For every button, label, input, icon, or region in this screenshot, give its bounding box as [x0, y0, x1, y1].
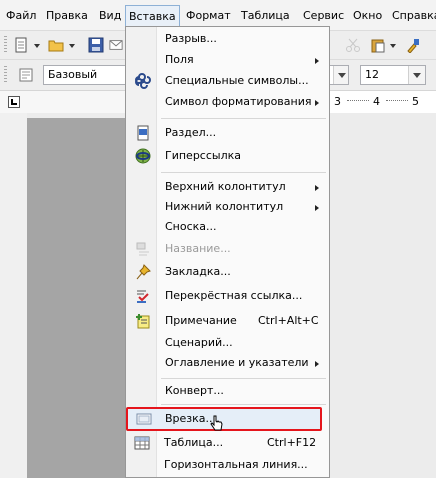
menu-item-table[interactable]: Таблица... Ctrl+F12 [126, 433, 327, 454]
menu-help[interactable]: Справка [392, 8, 436, 24]
comment-note-icon [136, 314, 150, 329]
menu-item-frame[interactable]: Врезка... [126, 407, 322, 431]
menu-item-label: Верхний колонтитул [165, 180, 286, 193]
menu-edit[interactable]: Правка [46, 8, 88, 24]
menu-separator [161, 118, 326, 119]
menu-item-fields[interactable]: Поля [127, 50, 328, 71]
submenu-arrow-icon [315, 58, 319, 64]
menu-item-bookmark[interactable]: Закладка... [127, 262, 328, 283]
menu-separator [161, 172, 326, 173]
menu-format[interactable]: Формат [186, 8, 231, 24]
menu-item-label: Поля [165, 53, 194, 66]
bookmark-pin-icon [136, 264, 151, 280]
menu-item-label: Гиперссылка [165, 149, 241, 162]
save-icon[interactable] [88, 37, 104, 53]
menu-insert[interactable]: Вставка [125, 5, 180, 28]
cross-reference-icon [137, 290, 149, 303]
submenu-arrow-icon [315, 185, 319, 191]
ruler-tick-label: 5 [412, 95, 419, 108]
cut-icon[interactable] [345, 37, 361, 53]
chevron-down-icon[interactable] [408, 66, 425, 84]
menu-separator [161, 378, 326, 379]
menu-item-indexes-and-tables[interactable]: Оглавление и указатели [127, 353, 328, 374]
open-folder-icon[interactable] [48, 37, 64, 53]
menu-item-label: Сценарий... [165, 336, 233, 349]
menu-item-label: Примечание [165, 314, 237, 327]
menu-item-label: Горизонтальная линия... [164, 458, 308, 471]
menu-item-label: Сноска... [165, 220, 217, 233]
menu-bottom-items: Таблица... Ctrl+F12 Горизонтальная линия… [125, 433, 330, 478]
menu-item-envelope[interactable]: Конверт... [127, 381, 328, 402]
paragraph-style-value: Базовый [48, 68, 98, 81]
menu-item-formatting-mark[interactable]: Символ форматирования [127, 92, 328, 113]
menu-item-caption: Название... [127, 239, 328, 260]
page-margin-area [27, 118, 127, 478]
menu-file[interactable]: Файл [6, 8, 36, 24]
email-icon[interactable] [109, 37, 123, 53]
menu-item-label: Перекрёстная ссылка... [165, 289, 303, 302]
menu-view[interactable]: Вид [99, 8, 121, 24]
toolbar-grip[interactable] [4, 66, 7, 84]
new-dropdown-arrow[interactable] [34, 44, 40, 48]
menu-item-break[interactable]: Разрыв... [127, 29, 328, 50]
paragraph-style-combo[interactable]: Базовый [43, 65, 133, 85]
menu-item-footnote[interactable]: Сноска... [127, 217, 328, 238]
menu-item-footer[interactable]: Нижний колонтитул [127, 197, 328, 218]
tab-stop-selector[interactable] [8, 96, 20, 108]
submenu-arrow-icon [315, 361, 319, 367]
menu-tools[interactable]: Сервис [303, 8, 344, 24]
ruler-dots [347, 100, 369, 101]
menu-item-header[interactable]: Верхний колонтитул [127, 177, 328, 198]
table-grid-icon [134, 436, 150, 450]
font-size-value: 12 [365, 68, 379, 81]
new-document-icon[interactable] [13, 37, 29, 53]
menu-item-label: Раздел... [165, 126, 217, 139]
submenu-arrow-icon [315, 205, 319, 211]
frame-icon [136, 413, 152, 425]
caption-icon [136, 242, 149, 256]
chevron-down-icon[interactable] [333, 66, 348, 84]
menu-item-label: Разрыв... [165, 32, 217, 45]
menu-window[interactable]: Окно [353, 8, 382, 24]
menu-item-shortcut: Ctrl+F12 [267, 436, 317, 449]
vertical-ruler [0, 113, 27, 478]
paste-icon[interactable] [370, 37, 386, 53]
ruler-active-area [330, 91, 436, 113]
menu-item-special-character[interactable]: Специальные символы... [127, 71, 328, 92]
open-dropdown-arrow[interactable] [69, 44, 75, 48]
omega-symbol-icon [135, 73, 151, 89]
section-icon [137, 125, 149, 141]
menu-item-hyperlink[interactable]: Гиперссылка [127, 146, 328, 167]
menu-item-label: Название... [165, 242, 231, 255]
paste-dropdown-arrow[interactable] [390, 44, 396, 48]
submenu-arrow-icon [315, 100, 319, 106]
ruler-tick-label: 4 [373, 95, 380, 108]
menu-item-comment[interactable]: Примечание Ctrl+Alt+C [127, 311, 328, 332]
menu-item-label: Конверт... [165, 384, 224, 397]
clone-formatting-icon[interactable] [405, 37, 421, 53]
menu-separator [161, 404, 326, 405]
font-size-combo[interactable]: 12 [360, 65, 426, 85]
menu-item-label: Символ форматирования [165, 95, 312, 108]
hyperlink-globe-icon [135, 148, 151, 164]
menu-item-label: Таблица... [164, 436, 224, 449]
menu-item-shortcut: Ctrl+Alt+C [258, 314, 319, 327]
menu-item-label: Врезка... [165, 412, 217, 425]
ruler-dots [386, 100, 408, 101]
styles-icon[interactable] [18, 67, 34, 83]
menu-item-label: Закладка... [165, 265, 231, 278]
menu-item-section[interactable]: Раздел... [127, 123, 328, 144]
menu-table[interactable]: Таблица [241, 8, 290, 24]
menu-item-label: Специальные символы... [165, 74, 309, 87]
menu-item-script[interactable]: Сценарий... [127, 333, 328, 354]
menu-item-label: Нижний колонтитул [165, 200, 284, 213]
menu-item-label: Оглавление и указатели [165, 356, 309, 369]
toolbar-grip[interactable] [4, 36, 7, 54]
mouse-cursor-icon [210, 415, 223, 431]
menu-item-cross-reference[interactable]: Перекрёстная ссылка... [127, 286, 328, 307]
menu-item-horizontal-line[interactable]: Горизонтальная линия... [126, 455, 327, 476]
ruler-tick-label: 3 [334, 95, 341, 108]
